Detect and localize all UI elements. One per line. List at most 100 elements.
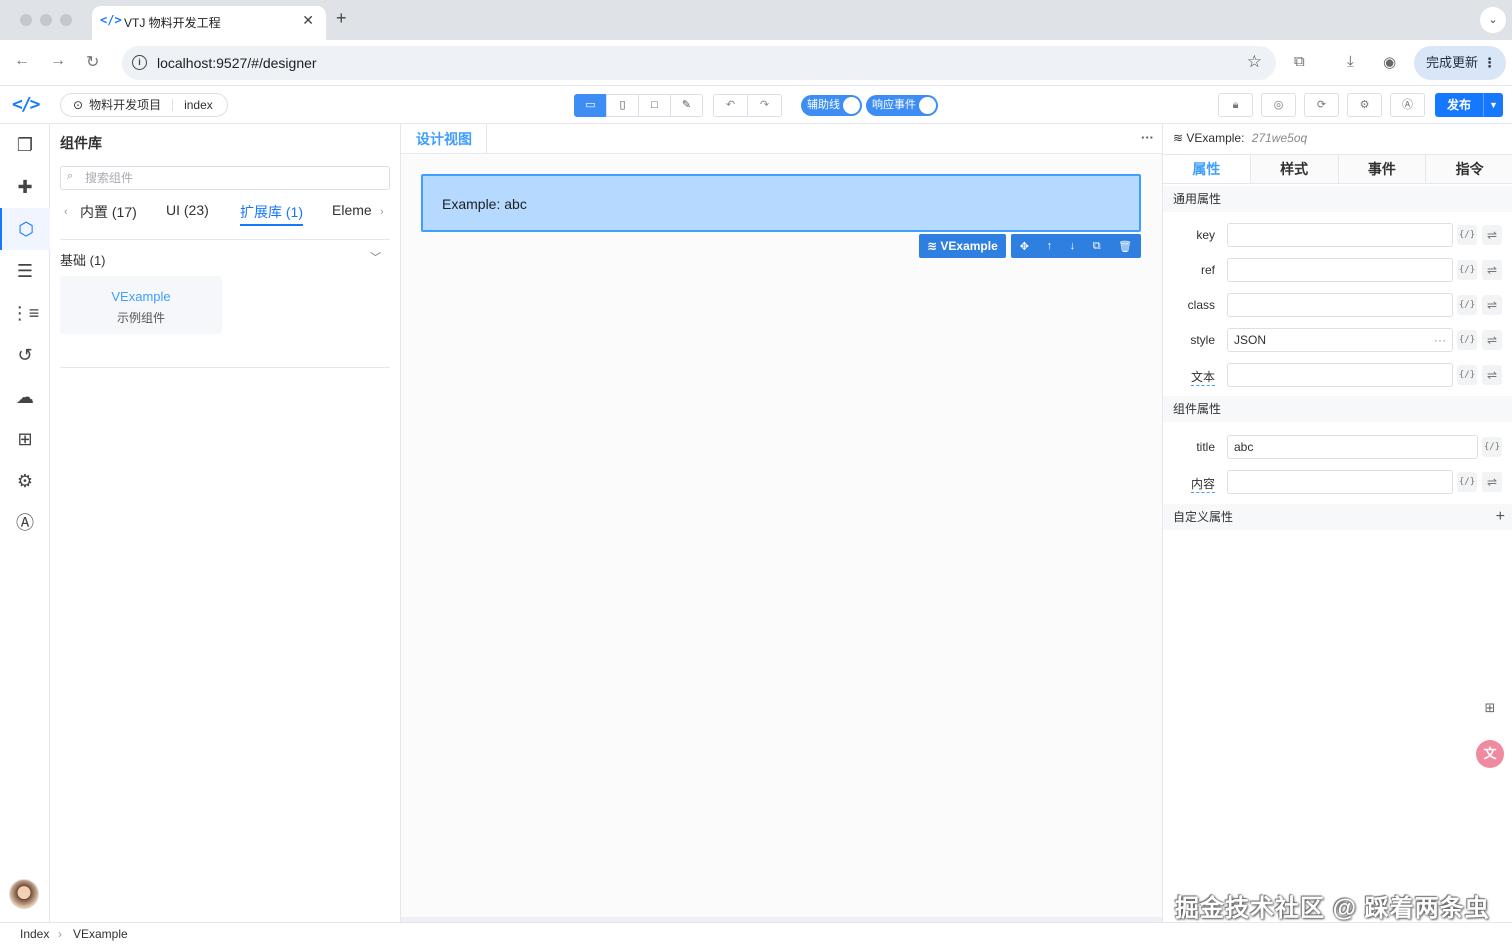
pencil-icon[interactable]: ✎	[670, 94, 703, 117]
swap-icon[interactable]: ⇌	[1482, 365, 1502, 385]
arrow-up-icon[interactable]: ↑	[1047, 240, 1053, 252]
vtj-logo-icon: </>	[12, 94, 40, 115]
design-canvas[interactable]: Example: abc ≋ VExample ✥ ↑ ↓ ⧉ 🗑︎	[401, 155, 1162, 917]
class-input[interactable]	[1227, 293, 1453, 317]
tab-extension[interactable]: 扩展库 (1)	[240, 202, 303, 226]
forward-arrow-icon[interactable]: →	[50, 52, 66, 70]
tab-ui[interactable]: UI (23)	[166, 202, 209, 218]
mobile-mode-icon[interactable]: ▯	[606, 94, 639, 117]
refresh-icon[interactable]: ⟳	[1304, 93, 1339, 117]
url-field[interactable]: i localhost:9527/#/designer ☆	[122, 46, 1276, 80]
bind-expression-icon[interactable]: {/}	[1457, 260, 1477, 280]
content-input[interactable]	[1227, 470, 1453, 494]
qr-grid-icon[interactable]: ⊞	[1476, 694, 1504, 722]
more-dots-icon[interactable]: ···	[1434, 329, 1446, 351]
chevron-down-icon[interactable]: ﹀	[370, 249, 381, 265]
new-tab-plus-icon[interactable]: +	[336, 8, 347, 29]
bookmark-star-icon[interactable]: ☆	[1247, 52, 1262, 72]
browser-tab[interactable]: </> VTJ 物料开发工程 ✕	[92, 6, 326, 40]
selected-component[interactable]: Example: abc	[421, 174, 1141, 232]
selected-component-label[interactable]: ≋ VExample	[919, 234, 1006, 258]
redo-icon[interactable]: ↷	[747, 94, 782, 117]
translate-icon[interactable]: 文	[1476, 740, 1504, 768]
bind-expression-icon[interactable]: {/}	[1457, 225, 1477, 245]
search-input[interactable]	[85, 169, 375, 187]
add-plus-icon[interactable]: +	[1496, 504, 1505, 530]
undo-icon[interactable]: ↶	[713, 94, 748, 117]
swap-icon[interactable]: ⇌	[1482, 472, 1502, 492]
extensions-puzzle-icon[interactable]: ⧉	[1294, 53, 1305, 70]
tab-styles[interactable]: 样式	[1250, 155, 1339, 183]
avatar[interactable]	[9, 879, 39, 909]
window-close-dot[interactable]	[20, 14, 32, 26]
bind-expression-icon[interactable]: {/}	[1457, 330, 1477, 350]
more-dots-icon[interactable]: ···	[1141, 130, 1154, 145]
component-card-vexample[interactable]: VExample 示例组件	[60, 276, 222, 334]
component-name: VExample	[111, 289, 171, 304]
group-title[interactable]: 基础 (1)	[60, 250, 106, 269]
profile-icon[interactable]: ◉	[1383, 53, 1396, 71]
tab-builtin[interactable]: 内置 (17)	[80, 202, 137, 222]
pages-icon[interactable]: ❐	[0, 124, 50, 166]
trash-icon[interactable]: 🗑︎	[1118, 240, 1132, 253]
preview-icon[interactable]: ◎	[1261, 93, 1296, 117]
bind-expression-icon[interactable]: {/}	[1457, 472, 1477, 492]
breadcrumb-item[interactable]: Index	[20, 927, 49, 941]
project-breadcrumb[interactable]: ⊙ 物料开发项目 index	[60, 93, 228, 117]
download-icon[interactable]: ⤓	[1347, 53, 1354, 70]
section-title: 自定义属性	[1173, 510, 1234, 524]
reload-icon[interactable]: ↻	[86, 52, 99, 72]
close-icon[interactable]: ✕	[302, 12, 314, 29]
tab-events[interactable]: 事件	[1338, 155, 1427, 183]
chevron-down-icon[interactable]: ▼	[1483, 93, 1503, 117]
history-icon[interactable]: ↺	[0, 334, 50, 376]
prop-row-class: class {/} ⇌	[1163, 293, 1512, 319]
chevron-left-icon[interactable]: ‹	[64, 206, 68, 218]
publish-button[interactable]: 发布 ▼	[1435, 93, 1503, 117]
copy-icon[interactable]: ⧉	[1093, 240, 1101, 253]
events-switch[interactable]: 响应事件	[866, 95, 938, 116]
arrow-down-icon[interactable]: ↓	[1070, 240, 1076, 252]
tab-props[interactable]: 属性	[1163, 155, 1251, 183]
move-icon[interactable]: ✥	[1020, 240, 1029, 253]
blocks-puzzle-icon[interactable]: ✚	[0, 166, 50, 208]
tablet-mode-icon[interactable]: □	[638, 94, 671, 117]
update-button[interactable]: 完成更新 ⋮	[1414, 46, 1506, 80]
swap-icon[interactable]: ⇌	[1482, 260, 1502, 280]
settings-gear-icon[interactable]: ⚙	[1347, 93, 1382, 117]
text-input[interactable]	[1227, 363, 1453, 387]
search-field[interactable]: ⌕	[60, 166, 390, 190]
title-input[interactable]: abc	[1227, 435, 1478, 459]
window-minimize-dot[interactable]	[40, 14, 52, 26]
layout-icon[interactable]: ☰	[0, 250, 50, 292]
bind-expression-icon[interactable]: {/}	[1457, 365, 1477, 385]
ref-input[interactable]	[1227, 258, 1453, 282]
tab-design-view[interactable]: 设计视图	[401, 124, 487, 154]
tab-element[interactable]: Eleme	[332, 202, 372, 218]
lock-icon[interactable]: 🔒︎	[1218, 93, 1253, 117]
key-input[interactable]	[1227, 223, 1453, 247]
outline-tree-icon[interactable]: ⋮≡	[0, 292, 50, 334]
chevron-down-icon[interactable]: ⌄	[1480, 7, 1506, 33]
apps-grid-icon[interactable]: ⊞	[0, 418, 50, 460]
window-zoom-dot[interactable]	[60, 14, 72, 26]
bind-expression-icon[interactable]: {/}	[1457, 295, 1477, 315]
chevron-right-icon[interactable]: ›	[376, 206, 384, 218]
bind-expression-icon[interactable]: {/}	[1482, 437, 1502, 457]
swap-icon[interactable]: ⇌	[1482, 225, 1502, 245]
style-input[interactable]: JSON ···	[1227, 328, 1453, 352]
swap-icon[interactable]: ⇌	[1482, 295, 1502, 315]
api-cloud-icon[interactable]: ☁	[0, 376, 50, 418]
breadcrumb-item[interactable]: VExample	[73, 927, 128, 941]
tab-directives[interactable]: 指令	[1426, 155, 1512, 183]
info-icon[interactable]: i	[132, 55, 147, 70]
desktop-mode-icon[interactable]: ▭	[574, 94, 607, 117]
back-arrow-icon[interactable]: ←	[14, 52, 30, 70]
ai-assistant-icon[interactable]: Ⓐ	[0, 502, 50, 544]
components-cube-icon[interactable]: ⬡	[0, 208, 50, 250]
ai-icon[interactable]: Ⓐ	[1390, 93, 1425, 117]
guides-switch[interactable]: 辅助线	[801, 95, 862, 116]
prop-label: 内容	[1190, 477, 1215, 493]
swap-icon[interactable]: ⇌	[1482, 330, 1502, 350]
settings-gear-icon[interactable]: ⚙	[0, 460, 50, 502]
